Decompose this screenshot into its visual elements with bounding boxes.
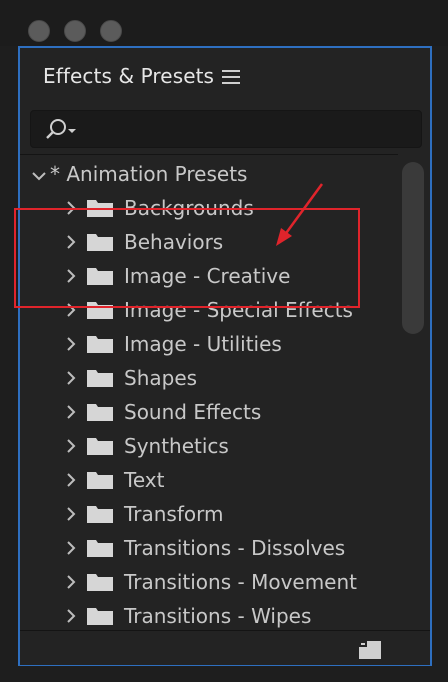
search-icon[interactable] bbox=[44, 118, 82, 144]
tree-folder-label: Image - Utilities bbox=[124, 332, 282, 356]
minimize-window-button[interactable] bbox=[64, 20, 86, 42]
zoom-window-button[interactable] bbox=[100, 20, 122, 42]
tree-folder-label: Synthetics bbox=[124, 434, 229, 458]
chevron-right-icon[interactable] bbox=[64, 609, 78, 623]
folder-icon bbox=[87, 336, 113, 353]
panel-title[interactable]: Effects & Presets bbox=[43, 64, 214, 88]
folder-icon bbox=[87, 540, 113, 557]
tree-folder-label: Sound Effects bbox=[124, 400, 262, 424]
panel-header: Effects & Presets bbox=[20, 48, 430, 108]
chevron-right-icon[interactable] bbox=[64, 507, 78, 521]
folder-icon bbox=[87, 370, 113, 387]
tree-folder-label: Transitions - Wipes bbox=[124, 604, 312, 628]
tree-root-animation-presets[interactable]: * Animation Presets bbox=[20, 157, 398, 191]
tree-folder-item[interactable]: Shapes bbox=[20, 361, 398, 395]
tree-folder-item[interactable]: Synthetics bbox=[20, 429, 398, 463]
scrollbar-thumb[interactable] bbox=[402, 162, 424, 334]
search-input[interactable] bbox=[30, 110, 422, 148]
annotation-arrow-icon bbox=[276, 183, 324, 246]
tree-folder-label: Transform bbox=[124, 502, 224, 526]
tree-folder-label: Transitions - Movement bbox=[124, 570, 358, 594]
chevron-right-icon[interactable] bbox=[64, 541, 78, 555]
tree-root-label: * Animation Presets bbox=[50, 162, 248, 186]
close-window-button[interactable] bbox=[28, 20, 50, 42]
chevron-right-icon[interactable] bbox=[64, 473, 78, 487]
tree-folder-label: Transitions - Dissolves bbox=[124, 536, 346, 560]
hamburger-menu-icon[interactable] bbox=[222, 70, 240, 84]
chevron-right-icon[interactable] bbox=[64, 371, 78, 385]
tree-folder-item[interactable]: Transitions - Movement bbox=[20, 565, 398, 599]
tree-folder-label: Text bbox=[124, 468, 165, 492]
folder-icon bbox=[87, 438, 113, 455]
vertical-scrollbar[interactable] bbox=[398, 154, 428, 630]
new-preset-folder-icon[interactable] bbox=[356, 637, 384, 661]
folder-icon bbox=[87, 574, 113, 591]
tree-folder-item[interactable]: Transitions - Dissolves bbox=[20, 531, 398, 565]
effects-presets-panel: Effects & Presets * Animation Presets Ba… bbox=[18, 46, 432, 666]
folder-icon bbox=[87, 472, 113, 489]
tree-folder-item[interactable]: Transform bbox=[20, 497, 398, 531]
tree-folder-item[interactable]: Sound Effects bbox=[20, 395, 398, 429]
chevron-right-icon[interactable] bbox=[64, 439, 78, 453]
chevron-down-icon[interactable] bbox=[32, 169, 46, 183]
chevron-right-icon[interactable] bbox=[64, 405, 78, 419]
tree-folder-label: Shapes bbox=[124, 366, 198, 390]
tree-folder-item[interactable]: Transitions - Wipes bbox=[20, 599, 398, 631]
folder-icon bbox=[87, 404, 113, 421]
panel-footer bbox=[20, 630, 430, 665]
tree-folder-item[interactable]: Image - Utilities bbox=[20, 327, 398, 361]
chevron-right-icon[interactable] bbox=[64, 337, 78, 351]
chevron-right-icon[interactable] bbox=[64, 575, 78, 589]
window-titlebar bbox=[0, 0, 448, 46]
folder-icon bbox=[87, 608, 113, 625]
tree-folder-item[interactable]: Text bbox=[20, 463, 398, 497]
folder-icon bbox=[87, 506, 113, 523]
